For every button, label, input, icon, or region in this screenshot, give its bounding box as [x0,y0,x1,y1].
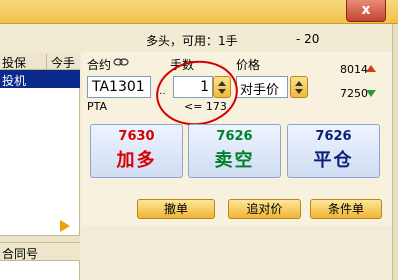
bid-price: 7250 [340,87,368,100]
contract-label: 合约 [87,58,112,72]
positions-table: 投保 今手数 投机 合同号 [0,52,80,280]
close-button[interactable]: x [346,0,386,22]
quantity-limit: <= 173 [184,100,227,113]
column-header-hedge[interactable]: 投保 [2,54,26,71]
sell-price: 7626 [216,129,253,144]
price-label: 价格 [236,58,261,72]
chevron-up-icon[interactable] [295,81,303,86]
price-up-icon [366,65,376,72]
buy-open-button[interactable]: 7630 加多 [90,124,183,178]
contract-search-button[interactable]: ... [156,86,166,97]
quantity-label: 手数 [170,58,195,72]
close-label: 平仓 [313,150,354,171]
contract-name: PTA [87,100,108,113]
sell-label: 卖空 [214,150,255,171]
quantity-stepper[interactable] [213,76,231,98]
sell-open-button[interactable]: 7626 卖空 [188,124,281,178]
positions-table-header: 投保 今手数 [0,52,80,88]
orders-table-header: 合同号 [0,243,80,261]
position-status-number: - 20 [296,32,320,46]
conditional-order-button[interactable]: 条件单 [310,199,382,219]
buy-label: 加多 [116,150,157,171]
chevron-down-icon[interactable] [295,89,303,94]
status-line: 多头，可用：1手 - 20 [0,24,398,52]
table-cell-hedge-type: 投机 [2,74,27,88]
chase-price-button[interactable]: 追对价 [228,199,301,219]
cancel-order-button[interactable]: 撤单 [137,199,215,219]
close-position-button[interactable]: 7626 平仓 [287,124,380,178]
title-bar: x [0,0,398,24]
price-stepper[interactable] [290,76,308,98]
right-scrollbar[interactable] [392,24,398,280]
column-header-contract-no[interactable]: 合同号 [2,245,38,262]
panel-splitter[interactable] [0,235,80,243]
bottom-area [82,226,392,280]
table-row-selected[interactable]: 投机 [0,70,80,88]
price-type-input[interactable]: 对手价 [236,76,288,98]
buy-price: 7630 [118,129,155,144]
close-price: 7626 [315,129,352,144]
contract-input[interactable]: TA1301 [87,76,151,98]
ask-price: 8014 [340,63,368,76]
chevron-up-icon[interactable] [218,81,226,86]
chevron-down-icon[interactable] [218,89,226,94]
quantity-input[interactable]: 1 [173,76,213,98]
price-down-icon [366,90,376,97]
position-status-text: 多头，可用：1手 [146,34,238,48]
expand-arrow-icon[interactable] [60,220,70,232]
link-icon[interactable] [113,57,129,67]
